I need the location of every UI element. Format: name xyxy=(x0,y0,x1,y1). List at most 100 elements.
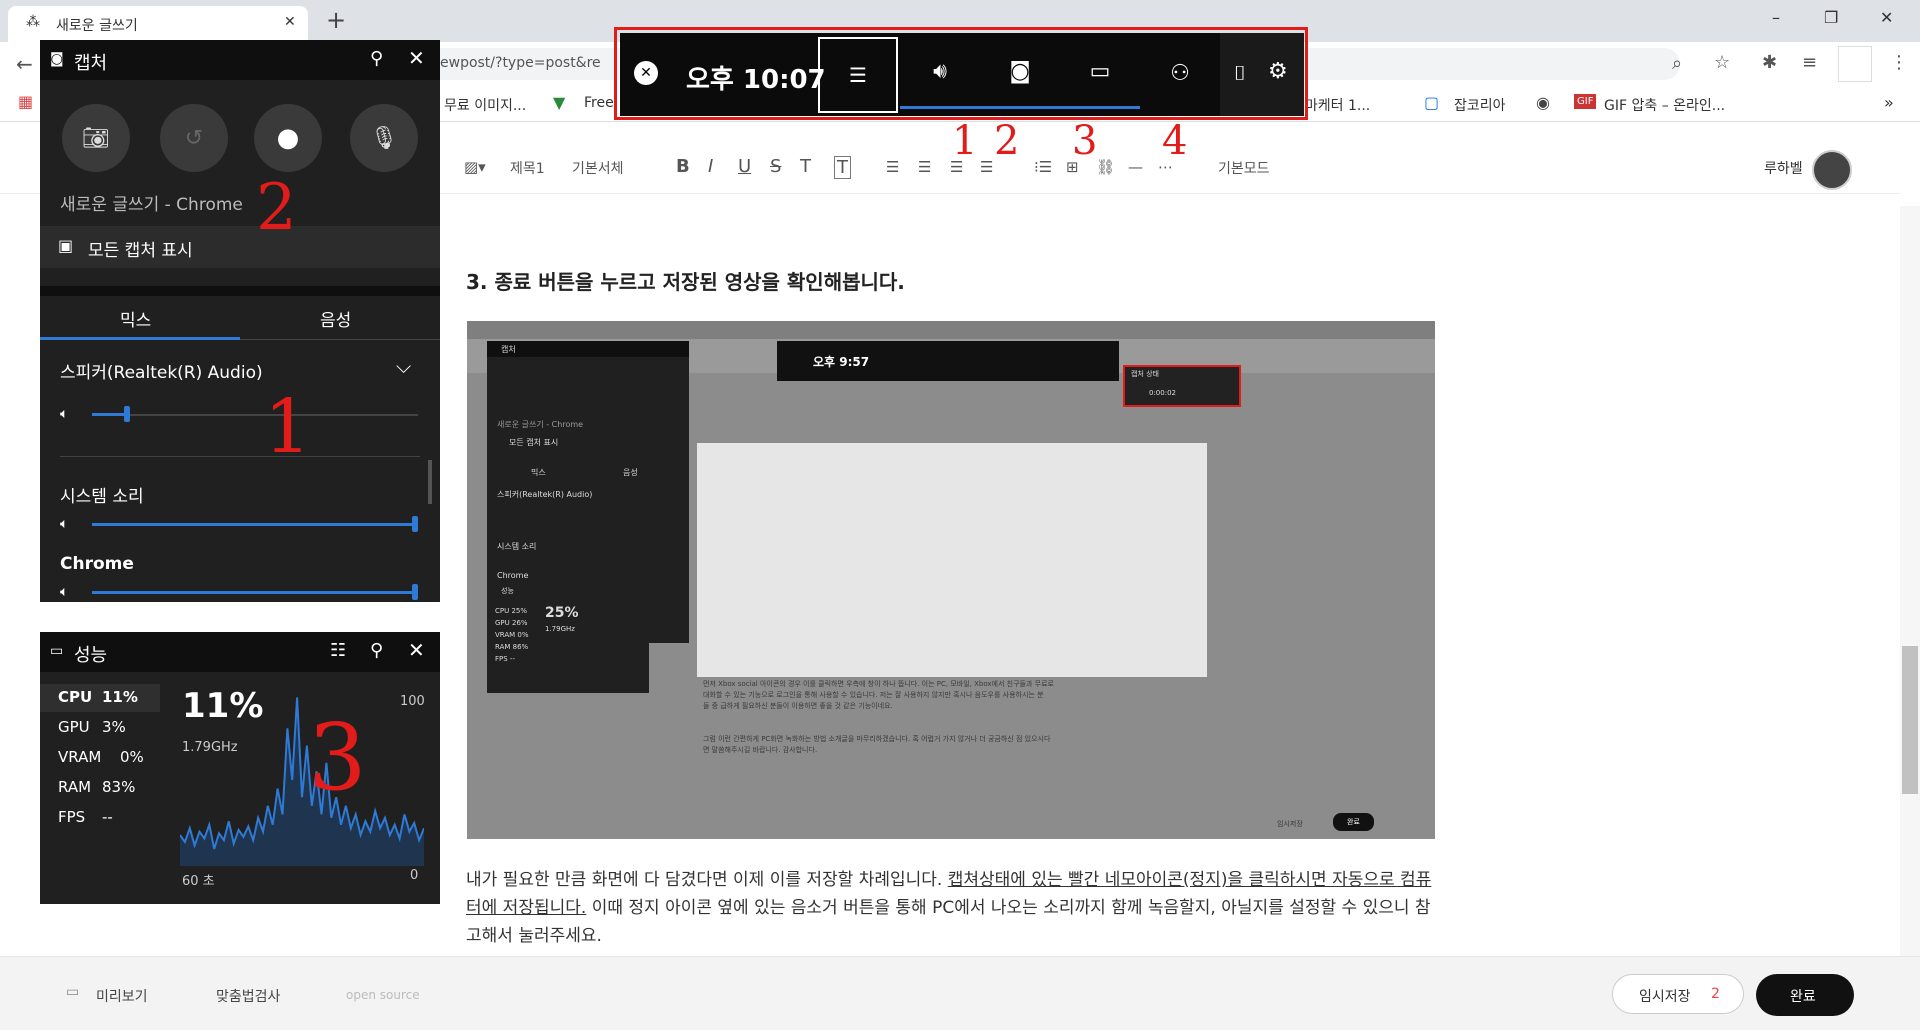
user-avatar[interactable] xyxy=(1812,150,1852,190)
menu-icon[interactable]: ⋮ xyxy=(1890,52,1908,73)
speaker-slider-track[interactable] xyxy=(92,414,418,416)
close-performance-icon[interactable]: ✕ xyxy=(408,638,425,662)
hr-icon[interactable]: — xyxy=(1128,158,1143,176)
capture-title: 캡처 xyxy=(74,53,108,74)
speaker-label: 스피커(Realtek(R) Audio) xyxy=(60,363,263,383)
shot-tabbar xyxy=(467,321,1435,339)
mode-select[interactable]: 기본모드 xyxy=(1218,158,1270,178)
underline-button[interactable]: U xyxy=(738,156,751,177)
temp-save-button[interactable]: 임시저장 2 xyxy=(1612,974,1744,1014)
heading-select[interactable]: 제목1 xyxy=(510,158,545,178)
link-icon[interactable]: ⛓ xyxy=(1096,158,1115,176)
performance-widget-button[interactable]: ▭ xyxy=(1060,37,1140,109)
zoom-icon[interactable]: ⌕ xyxy=(1672,53,1682,74)
font-color-button[interactable]: T xyxy=(800,156,811,177)
shot-done: 완료 xyxy=(1333,813,1374,831)
options-icon[interactable]: ☷ xyxy=(330,640,346,661)
font-select[interactable]: 기본서체 xyxy=(572,158,624,178)
performance-widget: ▭ 성능 ☷ ⚲ ✕ CPU 11% GPU 3% VRAM 0% RAM 83% FPS -- … xyxy=(40,632,440,904)
bookmark-item[interactable]: 무료 이미지... xyxy=(444,95,526,115)
chrome-slider-handle[interactable] xyxy=(412,584,418,600)
apps-icon[interactable]: ▦ xyxy=(18,92,33,111)
annotation-4: 4 xyxy=(1162,118,1188,164)
scrollbar[interactable] xyxy=(1900,206,1920,956)
done-button[interactable]: 완료 xyxy=(1756,974,1854,1016)
shot-body: 먼저 Xbox social 아이콘의 경우 이를 클릭하면 우측에 창이 하나… xyxy=(703,680,1054,754)
chevron-down-icon[interactable]: ⌵ xyxy=(396,354,411,378)
align-left-icon[interactable]: ☰ xyxy=(886,158,899,176)
image-icon[interactable]: ▨▾ xyxy=(464,158,486,176)
embedded-screenshot[interactable]: 오후 9:57 캡처 새로운 글쓰기 - Chrome 모든 캡처 표시 믹스 … xyxy=(467,321,1435,839)
perf-row-value: -- xyxy=(102,808,113,826)
shot-temp-save: 임시저장 xyxy=(1277,820,1303,828)
tab-mix[interactable]: 믹스 xyxy=(40,296,240,340)
pin-icon[interactable]: ⚲ xyxy=(370,640,383,661)
perf-row-label: RAM xyxy=(58,778,92,796)
temp-save-count: 2 xyxy=(1711,986,1720,1002)
pin-icon[interactable]: ⚲ xyxy=(370,48,383,69)
shot-state-title: 캡처 상태 xyxy=(1131,370,1159,378)
preview-button[interactable]: 미리보기 xyxy=(96,986,148,1006)
mouse-icon[interactable]: ⌷ xyxy=(1234,61,1246,85)
shot-vram: VRAM 0% xyxy=(495,631,529,639)
new-tab-button[interactable]: + xyxy=(326,6,346,34)
shot-freq: 1.79GHz xyxy=(545,625,575,633)
list-icon[interactable]: ⁝☰ xyxy=(1034,158,1052,176)
record-button[interactable]: ● xyxy=(254,104,322,172)
browser-tab[interactable]: ⁂ 새로운 글쓰기 ✕ xyxy=(8,6,308,42)
align-center-icon[interactable]: ☰ xyxy=(918,158,931,176)
bookmark-item[interactable]: Free xyxy=(584,95,614,111)
record-last-button: ↺ xyxy=(160,104,228,172)
mic-toggle-button[interactable]: 🎙︎ xyxy=(350,104,418,172)
annotation-3: 3 xyxy=(1072,118,1098,164)
chrome-volume-icon: 🔈︎ xyxy=(60,584,69,600)
bookmarks-more[interactable]: » xyxy=(1884,93,1894,112)
back-icon[interactable]: ← xyxy=(16,52,33,76)
scrollbar-thumb[interactable] xyxy=(1902,646,1918,794)
restore-button[interactable]: ❐ xyxy=(1824,8,1838,27)
profile-avatar[interactable] xyxy=(1838,46,1872,82)
audio-widget-button[interactable]: 🔊︎ xyxy=(900,37,980,109)
post-heading: 3. 종료 버튼을 누르고 저장된 영상을 확인해봅니다. xyxy=(466,270,905,294)
xbox-social-button[interactable]: ⚇ xyxy=(1140,37,1220,109)
performance-title: 성능 xyxy=(74,645,108,666)
close-tab-icon[interactable]: ✕ xyxy=(284,14,296,30)
preview-icon[interactable]: ▭ xyxy=(66,984,79,1000)
italic-button[interactable]: I xyxy=(708,156,713,177)
spellcheck-button[interactable]: 맞춤법검사 xyxy=(216,986,280,1006)
show-all-captures-button[interactable]: ▣ 모든 캡처 표시 xyxy=(40,226,440,268)
capture-scrollbar[interactable] xyxy=(428,460,432,504)
settings-gear-icon[interactable]: ⚙ xyxy=(1268,59,1288,84)
capture-widget-button[interactable]: ◙ xyxy=(980,37,1060,109)
bg-color-button[interactable]: T xyxy=(834,156,851,179)
annotation-1: 1 xyxy=(952,118,978,164)
tab-voice[interactable]: 음성 xyxy=(240,296,440,340)
capture-widget: ◙ 캡처 ⚲ ✕ 📷︎ ↺ ● 🎙︎ 새로운 글쓰기 - Chrome ▣ 모든… xyxy=(40,40,440,602)
shot-ram: RAM 86% xyxy=(495,643,529,651)
xbox-logo-icon[interactable]: ✕ xyxy=(634,61,658,85)
minimize-button[interactable]: – xyxy=(1772,8,1780,27)
close-window-button[interactable]: ✕ xyxy=(1880,8,1893,27)
speaker-slider-handle[interactable] xyxy=(124,406,130,422)
strike-button[interactable]: S xyxy=(770,156,781,177)
media-icon[interactable]: ≡ xyxy=(1802,52,1817,73)
shot-fps: FPS -- xyxy=(495,655,515,663)
align-justify-icon[interactable]: ☰ xyxy=(980,158,993,176)
bold-button[interactable]: B xyxy=(676,156,690,177)
widget-menu-button[interactable]: ☰ xyxy=(818,37,898,113)
perf-ymin: 0 xyxy=(410,868,419,883)
annotation-capture-1: 1 xyxy=(264,384,312,470)
bookmark-item[interactable]: 잡코리아 xyxy=(1454,95,1506,115)
perf-row-label: CPU xyxy=(58,688,93,706)
bookmark-item[interactable]: GIF 압축 – 온라인... xyxy=(1604,95,1725,115)
close-capture-icon[interactable]: ✕ xyxy=(408,46,425,70)
system-slider-handle[interactable] xyxy=(412,516,418,532)
shot-gamebar: 오후 9:57 xyxy=(777,341,1119,381)
bookmark-star-icon[interactable]: ☆ xyxy=(1714,52,1730,73)
extensions-icon[interactable]: ✱ xyxy=(1762,52,1777,73)
opensource-link[interactable]: open source xyxy=(346,988,420,1002)
shot-gpu: GPU 26% xyxy=(495,619,528,627)
screenshot-button[interactable]: 📷︎ xyxy=(62,104,130,172)
system-volume-icon: 🔈︎ xyxy=(60,516,69,532)
shot-source: 새로운 글쓰기 - Chrome xyxy=(497,420,584,429)
